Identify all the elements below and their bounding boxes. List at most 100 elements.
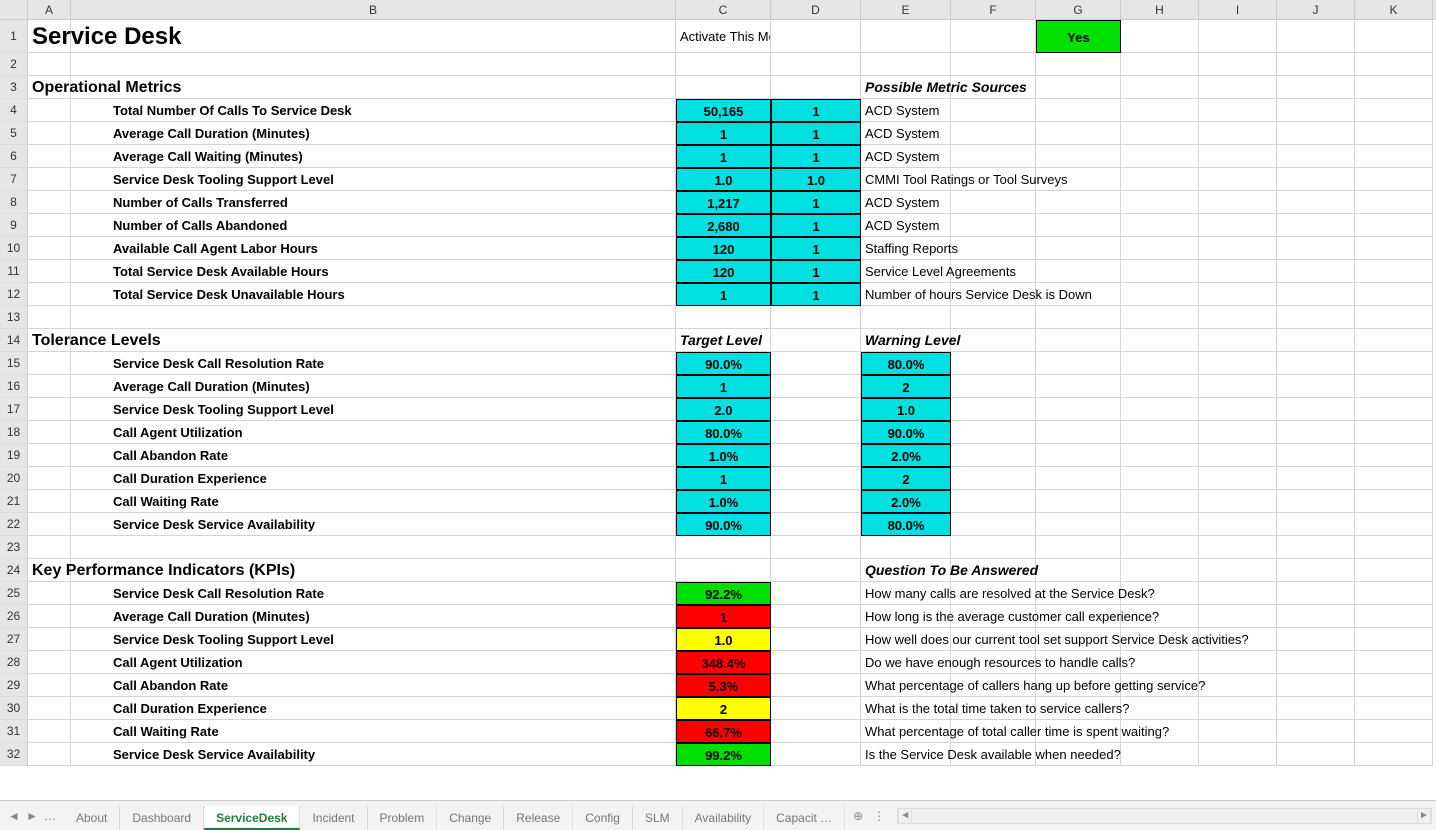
cell-H7[interactable] bbox=[1121, 168, 1199, 191]
cell-A9[interactable] bbox=[28, 214, 71, 237]
row-header-1[interactable]: 1 bbox=[0, 20, 28, 53]
cell-A27[interactable] bbox=[28, 628, 71, 651]
col-header-C[interactable]: C bbox=[676, 0, 771, 19]
cell-D15[interactable] bbox=[771, 352, 861, 375]
tab-capacit-[interactable]: Capacit … bbox=[764, 806, 845, 830]
cell-I8[interactable] bbox=[1199, 191, 1277, 214]
cell-D1[interactable] bbox=[771, 20, 861, 53]
cell-A8[interactable] bbox=[28, 191, 71, 214]
cell-J24[interactable] bbox=[1277, 559, 1355, 582]
ops-source-10[interactable]: Staffing Reports bbox=[861, 237, 951, 260]
ops-label-12[interactable]: Total Service Desk Unavailable Hours bbox=[71, 283, 676, 306]
cell-H8[interactable] bbox=[1121, 191, 1199, 214]
kpi-value-27[interactable]: 1.0 bbox=[676, 628, 771, 651]
cell-F14[interactable] bbox=[951, 329, 1036, 352]
kpi-question-25[interactable]: How many calls are resolved at the Servi… bbox=[861, 582, 951, 605]
cell-K29[interactable] bbox=[1355, 674, 1433, 697]
cell-D23[interactable] bbox=[771, 536, 861, 559]
cell-K11[interactable] bbox=[1355, 260, 1433, 283]
cell-D22[interactable] bbox=[771, 513, 861, 536]
cell-I22[interactable] bbox=[1199, 513, 1277, 536]
row-header-3[interactable]: 3 bbox=[0, 76, 28, 99]
cell-I3[interactable] bbox=[1199, 76, 1277, 99]
tab-change[interactable]: Change bbox=[437, 806, 504, 830]
cell-J11[interactable] bbox=[1277, 260, 1355, 283]
cell-I10[interactable] bbox=[1199, 237, 1277, 260]
cell-D19[interactable] bbox=[771, 444, 861, 467]
cell-D13[interactable] bbox=[771, 306, 861, 329]
cell-E1[interactable] bbox=[861, 20, 951, 53]
ops-value-d-11[interactable]: 1 bbox=[771, 260, 861, 283]
cell-B13[interactable] bbox=[71, 306, 676, 329]
row-header-22[interactable]: 22 bbox=[0, 513, 28, 536]
cell-A16[interactable] bbox=[28, 375, 71, 398]
cell-F6[interactable] bbox=[951, 145, 1036, 168]
row-header-24[interactable]: 24 bbox=[0, 559, 28, 582]
kpi-label-25[interactable]: Service Desk Call Resolution Rate bbox=[71, 582, 676, 605]
cell-I32[interactable] bbox=[1199, 743, 1277, 766]
cell-E3[interactable]: Possible Metric Sources bbox=[861, 76, 951, 99]
cell-I1[interactable] bbox=[1199, 20, 1277, 53]
tol-label-16[interactable]: Average Call Duration (Minutes) bbox=[71, 375, 676, 398]
tab-about[interactable]: About bbox=[64, 806, 120, 830]
cell-A19[interactable] bbox=[28, 444, 71, 467]
row-header-10[interactable]: 10 bbox=[0, 237, 28, 260]
cell-I7[interactable] bbox=[1199, 168, 1277, 191]
cell-C3[interactable] bbox=[676, 76, 771, 99]
cell-I24[interactable] bbox=[1199, 559, 1277, 582]
cell-D18[interactable] bbox=[771, 421, 861, 444]
cell-A23[interactable] bbox=[28, 536, 71, 559]
ops-source-6[interactable]: ACD System bbox=[861, 145, 951, 168]
cell-G19[interactable] bbox=[1036, 444, 1121, 467]
cell-H15[interactable] bbox=[1121, 352, 1199, 375]
tol-label-15[interactable]: Service Desk Call Resolution Rate bbox=[71, 352, 676, 375]
cell-J23[interactable] bbox=[1277, 536, 1355, 559]
cell-D26[interactable] bbox=[771, 605, 861, 628]
kpi-label-29[interactable]: Call Abandon Rate bbox=[71, 674, 676, 697]
cell-J21[interactable] bbox=[1277, 490, 1355, 513]
tol-target-22[interactable]: 90.0% bbox=[676, 513, 771, 536]
ops-value-c-11[interactable]: 120 bbox=[676, 260, 771, 283]
cell-D25[interactable] bbox=[771, 582, 861, 605]
row-header-18[interactable]: 18 bbox=[0, 421, 28, 444]
cell-G21[interactable] bbox=[1036, 490, 1121, 513]
cell-C24[interactable] bbox=[676, 559, 771, 582]
ops-label-10[interactable]: Available Call Agent Labor Hours bbox=[71, 237, 676, 260]
cell-K5[interactable] bbox=[1355, 122, 1433, 145]
cell-H11[interactable] bbox=[1121, 260, 1199, 283]
ops-value-d-7[interactable]: 1.0 bbox=[771, 168, 861, 191]
tab-incident[interactable]: Incident bbox=[300, 806, 367, 830]
cell-J7[interactable] bbox=[1277, 168, 1355, 191]
cell-K23[interactable] bbox=[1355, 536, 1433, 559]
cell-K4[interactable] bbox=[1355, 99, 1433, 122]
cell-A28[interactable] bbox=[28, 651, 71, 674]
tol-target-17[interactable]: 2.0 bbox=[676, 398, 771, 421]
cell-F18[interactable] bbox=[951, 421, 1036, 444]
cell-J28[interactable] bbox=[1277, 651, 1355, 674]
row-header-12[interactable]: 12 bbox=[0, 283, 28, 306]
cell-H30[interactable] bbox=[1121, 697, 1199, 720]
tol-target-16[interactable]: 1 bbox=[676, 375, 771, 398]
scroll-right-icon[interactable]: ► bbox=[1417, 809, 1431, 823]
cell-F17[interactable] bbox=[951, 398, 1036, 421]
cell-A17[interactable] bbox=[28, 398, 71, 421]
cell-C13[interactable] bbox=[676, 306, 771, 329]
cell-H22[interactable] bbox=[1121, 513, 1199, 536]
cell-K22[interactable] bbox=[1355, 513, 1433, 536]
cell-G11[interactable] bbox=[1036, 260, 1121, 283]
col-header-E[interactable]: E bbox=[861, 0, 951, 19]
sheet-menu-icon[interactable]: ⋮ bbox=[873, 809, 885, 823]
cell-G5[interactable] bbox=[1036, 122, 1121, 145]
tol-label-19[interactable]: Call Abandon Rate bbox=[71, 444, 676, 467]
cell-K1[interactable] bbox=[1355, 20, 1433, 53]
cell-D31[interactable] bbox=[771, 720, 861, 743]
kpi-label-30[interactable]: Call Duration Experience bbox=[71, 697, 676, 720]
cell-A20[interactable] bbox=[28, 467, 71, 490]
cell-A32[interactable] bbox=[28, 743, 71, 766]
cell-D29[interactable] bbox=[771, 674, 861, 697]
cell-G8[interactable] bbox=[1036, 191, 1121, 214]
cell-G18[interactable] bbox=[1036, 421, 1121, 444]
cell-J30[interactable] bbox=[1277, 697, 1355, 720]
cell-J20[interactable] bbox=[1277, 467, 1355, 490]
cell-D27[interactable] bbox=[771, 628, 861, 651]
